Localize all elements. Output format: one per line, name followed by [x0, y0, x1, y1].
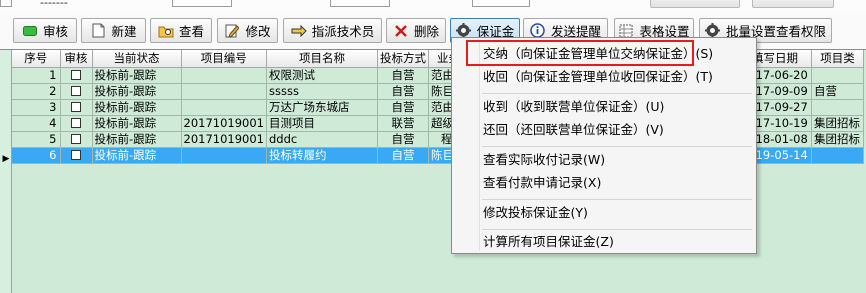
audit-button[interactable]: 审核: [13, 18, 77, 43]
code-cell: [181, 99, 267, 116]
row-index: 2: [12, 83, 61, 100]
top-button[interactable]: [650, 0, 740, 8]
deposit-dropdown-menu: 交纳（向保证金管理单位交纳保证金）(S) 收回（向保证金管理单位收回保证金）(T…: [451, 37, 757, 254]
current-row-marker: ▶: [2, 154, 10, 164]
name-cell: 投标转履约: [266, 147, 378, 164]
row-index: 4: [12, 115, 61, 132]
type-cell: [811, 99, 864, 116]
audit-checkbox-cell: [60, 99, 93, 116]
filter-field[interactable]: [0, 0, 12, 7]
audit-checkbox[interactable]: [71, 133, 81, 144]
method-cell: 自营: [377, 147, 429, 164]
name-cell: 目测项目: [266, 115, 378, 132]
filter-label: -------: [40, 0, 68, 9]
view-button-label: 查看: [178, 24, 204, 39]
audit-checkbox-cell: [60, 147, 93, 164]
audit-checkbox-cell: [60, 67, 93, 84]
assign-icon: [291, 23, 307, 39]
col-header-index[interactable]: 序号: [12, 50, 61, 68]
assign-technician-button-label: 指派技术员: [311, 24, 375, 39]
check-icon: [22, 23, 38, 39]
col-header-method[interactable]: 投标方式: [377, 50, 429, 68]
col-header-code[interactable]: 项目编号: [181, 50, 267, 68]
method-cell: 自营: [377, 67, 429, 84]
method-cell: 自营: [377, 83, 429, 100]
col-header-name[interactable]: 项目名称: [266, 50, 378, 68]
menu-item-view-payment-requests[interactable]: 查看付款申请记录(X): [452, 172, 756, 194]
audit-checkbox[interactable]: [71, 149, 81, 160]
edit-icon: [224, 23, 240, 39]
col-header-type[interactable]: 项目类: [811, 50, 864, 68]
filter-field[interactable]: [330, 0, 390, 7]
menu-item-receive-deposit[interactable]: 收到（收到联营单位保证金）(U): [452, 96, 756, 118]
status-cell: 投标前-跟踪: [92, 147, 182, 164]
method-cell: 自营: [377, 99, 429, 116]
view-button[interactable]: 查看: [150, 18, 212, 43]
audit-checkbox-cell: [60, 115, 93, 132]
name-cell: 万达广场东城店: [266, 99, 378, 116]
row-index: 6: [12, 147, 61, 164]
code-cell: [181, 83, 267, 100]
method-cell: 自营: [377, 131, 429, 148]
delete-button-label: 删除: [413, 24, 439, 39]
type-cell: 集团招标: [811, 115, 864, 132]
code-cell: 20171019001: [181, 115, 267, 132]
method-cell: 联营: [377, 115, 429, 132]
menu-item-return-deposit[interactable]: 还回（还回联营单位保证金）(V): [452, 119, 756, 141]
code-cell: [181, 147, 267, 164]
filter-field[interactable]: [472, 0, 530, 7]
menu-item-edit-bid-deposit[interactable]: 修改投标保证金(Y): [452, 202, 756, 224]
audit-checkbox-cell: [60, 83, 93, 100]
audit-checkbox[interactable]: [71, 117, 81, 128]
new-document-icon: [90, 23, 106, 39]
code-cell: [181, 67, 267, 84]
col-header-audit[interactable]: 审核: [60, 50, 93, 68]
type-cell: [811, 147, 864, 164]
status-cell: 投标前-跟踪: [92, 99, 182, 116]
menu-item-view-payment-records[interactable]: 查看实际收付记录(W): [452, 149, 756, 171]
code-cell: 20171019001: [181, 131, 267, 148]
folder-view-icon: [158, 23, 174, 39]
menu-separator: [482, 146, 752, 147]
audit-checkbox-cell: [60, 131, 93, 148]
filter-field[interactable]: [172, 0, 232, 7]
type-cell: 集团招标: [811, 131, 864, 148]
edit-button-label: 修改: [245, 24, 271, 39]
delete-icon: [393, 23, 409, 39]
top-filter-strip: -------: [0, 0, 866, 12]
delete-button[interactable]: 删除: [386, 18, 446, 43]
row-indicator-gutter: [0, 50, 12, 293]
menu-item-recover-deposit[interactable]: 收回（向保证金管理单位收回保证金）(T): [452, 66, 756, 88]
type-cell: 自营: [811, 83, 864, 100]
menu-item-pay-deposit[interactable]: 交纳（向保证金管理单位交纳保证金）(S): [452, 43, 756, 65]
new-button-label: 新建: [111, 24, 137, 39]
audit-button-label: 审核: [42, 24, 68, 39]
menu-separator: [482, 93, 752, 94]
menu-separator: [482, 199, 752, 200]
menu-separator: [482, 229, 752, 230]
new-button[interactable]: 新建: [81, 18, 146, 43]
name-cell: dddc: [266, 131, 378, 148]
top-button[interactable]: [752, 0, 834, 8]
name-cell: 权限测试: [266, 67, 378, 84]
status-cell: 投标前-跟踪: [92, 67, 182, 84]
audit-checkbox[interactable]: [71, 69, 81, 80]
assign-technician-button[interactable]: 指派技术员: [283, 18, 382, 43]
status-cell: 投标前-跟踪: [92, 115, 182, 132]
status-cell: 投标前-跟踪: [92, 83, 182, 100]
menu-item-calc-all-deposits[interactable]: 计算所有项目保证金(Z): [452, 231, 756, 253]
status-cell: 投标前-跟踪: [92, 131, 182, 148]
row-index: 3: [12, 99, 61, 116]
name-cell: sssss: [266, 83, 378, 100]
row-index: 1: [12, 67, 61, 84]
col-header-status[interactable]: 当前状态: [92, 50, 182, 68]
audit-checkbox[interactable]: [71, 101, 81, 112]
type-cell: [811, 67, 864, 84]
row-index: 5: [12, 131, 61, 148]
audit-checkbox[interactable]: [71, 85, 81, 96]
edit-button[interactable]: 修改: [217, 18, 278, 43]
